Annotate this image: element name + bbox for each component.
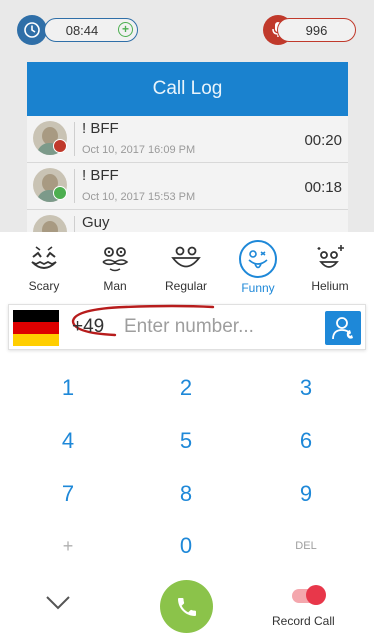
voice-label: Regular — [164, 279, 208, 293]
voice-option-helium[interactable]: Helium — [300, 240, 360, 300]
voice-option-scary[interactable]: Scary — [14, 240, 74, 300]
key-7[interactable]: 7 — [38, 474, 98, 514]
call-log-row[interactable]: ! BFF Oct 10, 2017 16:09 PM 00:20 — [27, 116, 348, 163]
call-button[interactable] — [160, 580, 213, 633]
key-5[interactable]: 5 — [156, 421, 216, 461]
chevron-down-icon[interactable] — [43, 590, 73, 614]
voice-label: Funny — [241, 281, 275, 295]
row-name: Guy — [82, 214, 110, 231]
timer-value: 08:44 — [65, 22, 99, 38]
call-log-title: Call Log — [27, 62, 348, 116]
recorded-badge-icon — [53, 139, 67, 153]
key-0[interactable]: 0 — [156, 526, 216, 566]
phone-number-input[interactable] — [124, 313, 314, 341]
sparkle-face-icon — [312, 240, 348, 276]
key-9[interactable]: 9 — [276, 474, 336, 514]
key-2[interactable]: 2 — [156, 368, 216, 408]
voice-label: Scary — [28, 279, 60, 293]
key-8[interactable]: 8 — [156, 474, 216, 514]
record-toggle-knob[interactable] — [306, 585, 326, 605]
call-log-row[interactable]: ! BFF Oct 10, 2017 15:53 PM 00:18 — [27, 163, 348, 210]
scary-face-icon — [26, 240, 62, 276]
contacts-button[interactable] — [325, 311, 361, 345]
phone-icon — [177, 597, 196, 616]
clock-icon[interactable] — [17, 15, 47, 45]
country-code[interactable]: +49 — [72, 316, 104, 338]
credit-pill: 996 — [277, 18, 356, 42]
number-entry-bar: +49 — [8, 304, 366, 350]
voice-option-man[interactable]: Man — [85, 240, 145, 300]
timer-pill: 08:44 + — [44, 18, 138, 42]
bottom-bar: Record Call — [0, 568, 374, 642]
voice-option-funny[interactable]: Funny — [228, 240, 288, 300]
row-duration: 00:20 — [304, 132, 342, 149]
voice-selector: Scary Man Regular Funny Helium — [0, 232, 374, 300]
call-log-panel: Call Log ! BFF Oct 10, 2017 16:09 PM 00:… — [27, 62, 348, 232]
key-1[interactable]: 1 — [38, 368, 98, 408]
key-6[interactable]: 6 — [276, 421, 336, 461]
background-screen: 08:44 + 996 Call Log ! BFF Oct 10, 2017 … — [0, 0, 374, 232]
row-date: Oct 10, 2017 16:09 PM — [82, 144, 196, 156]
row-name: ! BFF — [82, 120, 119, 137]
credit-value: 996 — [305, 22, 328, 38]
add-time-icon[interactable]: + — [118, 22, 133, 37]
record-call-label: Record Call — [272, 614, 335, 628]
dialer-sheet: Scary Man Regular Funny Helium +49 Enter… — [0, 232, 374, 642]
key-3[interactable]: 3 — [276, 368, 336, 408]
avatar — [33, 215, 67, 232]
germany-flag-icon[interactable] — [13, 310, 59, 346]
tongue-face-icon — [239, 240, 277, 278]
voice-label: Helium — [311, 279, 349, 293]
delete-button[interactable]: DEL — [276, 526, 336, 566]
call-log-row[interactable]: Guy — [27, 210, 348, 232]
row-duration: 00:18 — [304, 179, 342, 196]
voice-label: Man — [103, 279, 127, 293]
voice-option-regular[interactable]: Regular — [156, 240, 216, 300]
contact-person-icon — [332, 317, 353, 340]
row-date: Oct 10, 2017 15:53 PM — [82, 191, 196, 203]
key-4[interactable]: 4 — [38, 421, 98, 461]
row-name: ! BFF — [82, 167, 119, 184]
smile-face-icon — [168, 240, 204, 276]
key-plus[interactable]: + — [38, 526, 98, 566]
completed-badge-icon — [53, 186, 67, 200]
mustache-face-icon — [97, 240, 133, 276]
